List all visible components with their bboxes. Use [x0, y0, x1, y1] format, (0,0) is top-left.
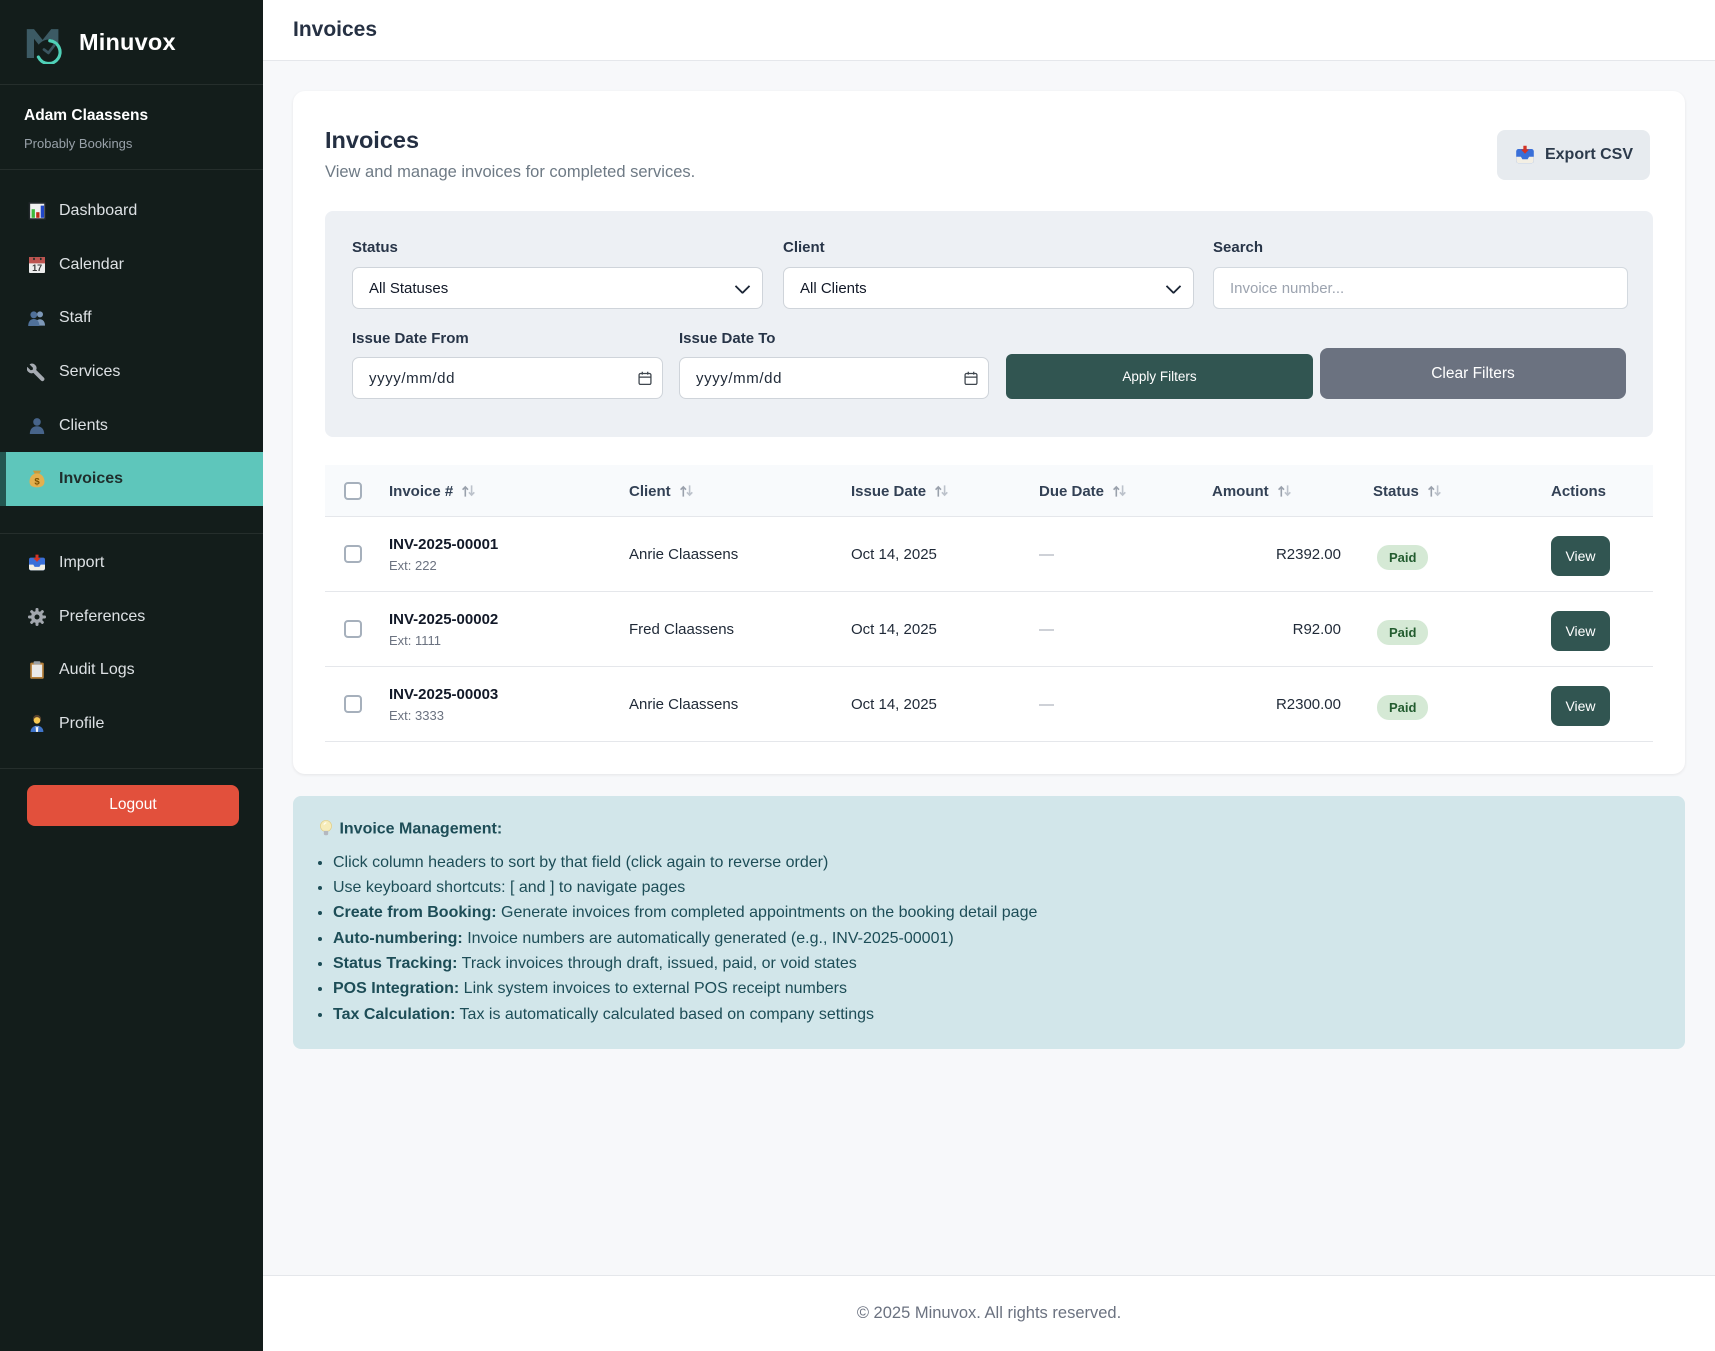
svg-text:17: 17	[32, 262, 42, 272]
svg-text:$: $	[34, 477, 40, 488]
